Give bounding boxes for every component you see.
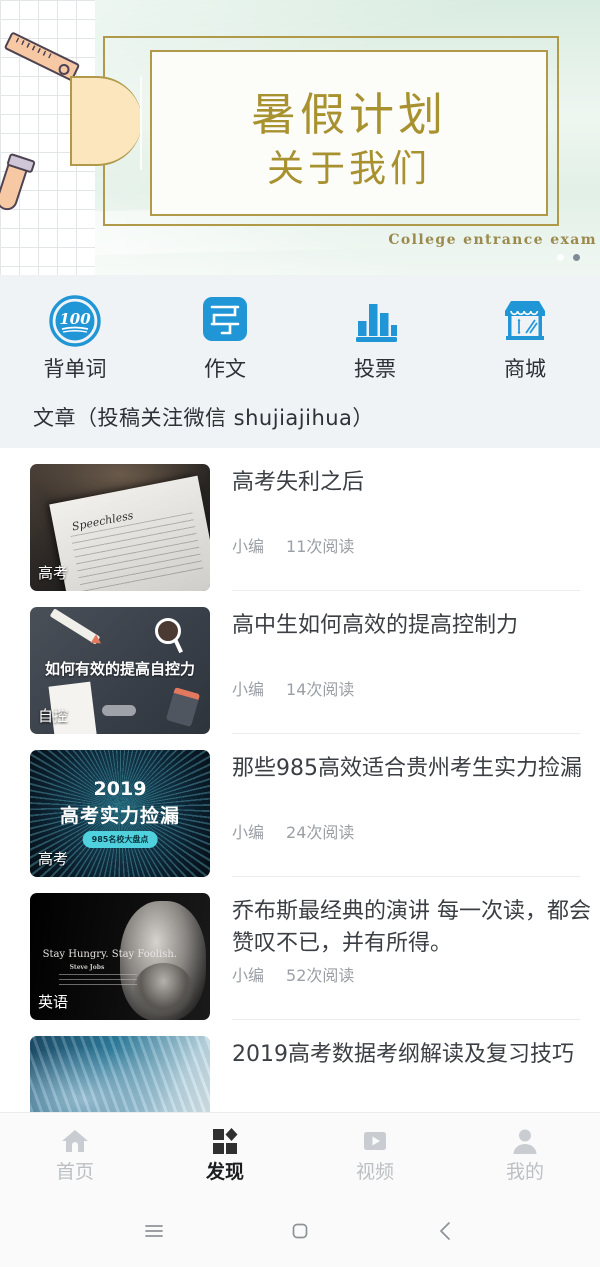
article-meta: 小编 14次阅读 — [232, 676, 592, 720]
list-divider — [232, 876, 580, 877]
banner-dot-2[interactable] — [573, 254, 580, 261]
banner-card-inner: 暑假计划 关于我们 — [150, 50, 548, 216]
sheet-music-decor: Speechless — [49, 476, 210, 591]
banner-english-caption: College entrance exam — [388, 232, 597, 248]
home-icon — [60, 1126, 90, 1156]
article-thumbnail[interactable]: Speechless 高考 — [30, 464, 210, 591]
menu-icon[interactable] — [137, 1214, 171, 1248]
tab-label-video: 视频 — [355, 1161, 394, 1183]
article-author: 小编 — [232, 966, 265, 985]
article-title[interactable]: 高中生如何高效的提高控制力 — [232, 607, 592, 642]
list-divider — [232, 733, 580, 734]
list-item[interactable]: 2019 高考实力捡漏 985名校大盘点 高考 那些985高效适合贵州考生实力捡… — [0, 734, 600, 877]
banner-pagination-dots[interactable] — [557, 254, 580, 261]
tab-profile[interactable]: 我的 — [450, 1113, 600, 1195]
banner-dot-1[interactable] — [557, 254, 564, 261]
storefront-icon — [497, 293, 553, 349]
article-category-tag: 英语 — [38, 993, 69, 1011]
article-read-count: 24次阅读 — [286, 823, 355, 842]
section-header-articles: 文章（投稿关注微信 shujiajihua） — [33, 406, 374, 430]
quicknav-section: 100 背单词 作文 投票 商城 文章（投稿关注微信 shujiajihua） — [0, 275, 600, 448]
article-author: 小编 — [232, 537, 265, 556]
ruler-icon — [3, 31, 81, 82]
bar-chart-icon — [347, 293, 403, 349]
list-divider — [232, 590, 580, 591]
quicknav-item-vote[interactable]: 投票 — [300, 293, 450, 380]
tab-home[interactable]: 首页 — [0, 1113, 150, 1195]
fine-print-decor — [58, 974, 137, 987]
quicknav-label-mall: 商城 — [504, 357, 546, 381]
article-read-count: 14次阅读 — [286, 680, 355, 699]
article-title[interactable]: 那些985高效适合贵州考生实力捡漏 — [232, 750, 592, 785]
thumb-artwork-pill: 985名校大盘点 — [82, 831, 158, 849]
write-square-icon — [197, 293, 253, 349]
quicknav-label-vote: 投票 — [354, 357, 396, 381]
tab-label-discover: 发现 — [205, 1161, 244, 1183]
banner-card-frame: 暑假计划 关于我们 — [70, 36, 559, 226]
quicknav-label-vocabulary: 背单词 — [43, 357, 107, 381]
pencil-decor — [49, 608, 101, 645]
thumb-artwork-headline: 高考实力捡漏 — [59, 804, 180, 827]
app-root: 暑假计划 关于我们 College entrance exam 100 背单词 … — [0, 0, 600, 1267]
home-square-icon[interactable] — [283, 1214, 317, 1248]
article-body: 高中生如何高效的提高控制力 小编 14次阅读 — [232, 607, 592, 734]
phone-decor — [165, 686, 200, 727]
article-thumbnail[interactable]: Stay Hungry. Stay Foolish. Steve Jobs 英语 — [30, 893, 210, 1020]
svg-text:100: 100 — [59, 310, 91, 328]
tab-discover[interactable]: 发现 — [150, 1113, 300, 1195]
promo-banner[interactable]: 暑假计划 关于我们 College entrance exam — [0, 0, 600, 275]
portrait-decor — [120, 900, 207, 1020]
article-meta: 小编 11次阅读 — [232, 533, 592, 577]
glasses-decor — [102, 705, 136, 717]
person-icon — [510, 1126, 540, 1156]
video-play-icon — [360, 1126, 390, 1156]
score-100-badge-icon: 100 — [47, 293, 103, 349]
thumb-artwork-headline: 如何有效的提高自控力 — [44, 659, 195, 678]
article-read-count: 11次阅读 — [286, 537, 355, 556]
quicknav-item-mall[interactable]: 商城 — [450, 293, 600, 380]
article-category-tag: 自控 — [38, 707, 69, 725]
article-meta: 小编 24次阅读 — [232, 819, 592, 863]
quicknav-label-essay: 作文 — [204, 357, 246, 381]
article-body: 那些985高效适合贵州考生实力捡漏 小编 24次阅读 — [232, 750, 592, 877]
article-title[interactable]: 2019高考数据考纲解读及复习技巧 — [232, 1036, 592, 1071]
article-body: 高考失利之后 小编 11次阅读 — [232, 464, 592, 591]
android-system-nav — [0, 1195, 600, 1267]
tab-video[interactable]: 视频 — [300, 1113, 450, 1195]
article-read-count: 52次阅读 — [286, 966, 355, 985]
tab-label-home: 首页 — [55, 1161, 94, 1183]
discover-icon — [210, 1126, 240, 1156]
thumb-artwork-quote: Stay Hungry. Stay Foolish. — [42, 948, 177, 960]
article-category-tag: 高考 — [38, 564, 69, 582]
article-meta: 小编 52次阅读 — [232, 962, 592, 1006]
list-item[interactable]: Stay Hungry. Stay Foolish. Steve Jobs 英语… — [0, 877, 600, 1020]
list-divider — [232, 1019, 580, 1020]
article-body: 乔布斯最经典的演讲 每一次读，都会赞叹不已，并有所得。 小编 52次阅读 — [232, 893, 592, 1020]
test-tube-icon — [0, 153, 32, 213]
article-thumbnail[interactable]: 2019 高考实力捡漏 985名校大盘点 高考 — [30, 750, 210, 877]
article-author: 小编 — [232, 680, 265, 699]
magnifier-decor — [155, 618, 182, 645]
banner-title: 暑假计划 — [250, 88, 447, 141]
banner-subtitle: 关于我们 — [267, 147, 431, 190]
quicknav-row: 100 背单词 作文 投票 商城 — [0, 275, 600, 388]
back-chevron-icon[interactable] — [429, 1214, 463, 1248]
tab-label-profile: 我的 — [505, 1161, 544, 1183]
thumb-artwork-year: 2019 — [93, 777, 147, 800]
article-author: 小编 — [232, 823, 265, 842]
quicknav-item-vocabulary[interactable]: 100 背单词 — [0, 293, 150, 380]
article-thumbnail[interactable]: 如何有效的提高自控力 自控 — [30, 607, 210, 734]
article-title[interactable]: 乔布斯最经典的演讲 每一次读，都会赞叹不已，并有所得。 — [232, 893, 592, 960]
banner-card-tab-decor — [70, 76, 142, 170]
list-item[interactable]: Speechless 高考 高考失利之后 小编 11次阅读 — [0, 448, 600, 591]
article-title[interactable]: 高考失利之后 — [232, 464, 592, 499]
bottom-tab-bar: 首页 发现 视频 我的 — [0, 1112, 600, 1195]
thumb-artwork-signature: Steve Jobs — [69, 964, 105, 972]
list-item[interactable]: 如何有效的提高自控力 自控 高中生如何高效的提高控制力 小编 14次阅读 — [0, 591, 600, 734]
article-category-tag: 高考 — [38, 850, 69, 868]
quicknav-item-essay[interactable]: 作文 — [150, 293, 300, 380]
